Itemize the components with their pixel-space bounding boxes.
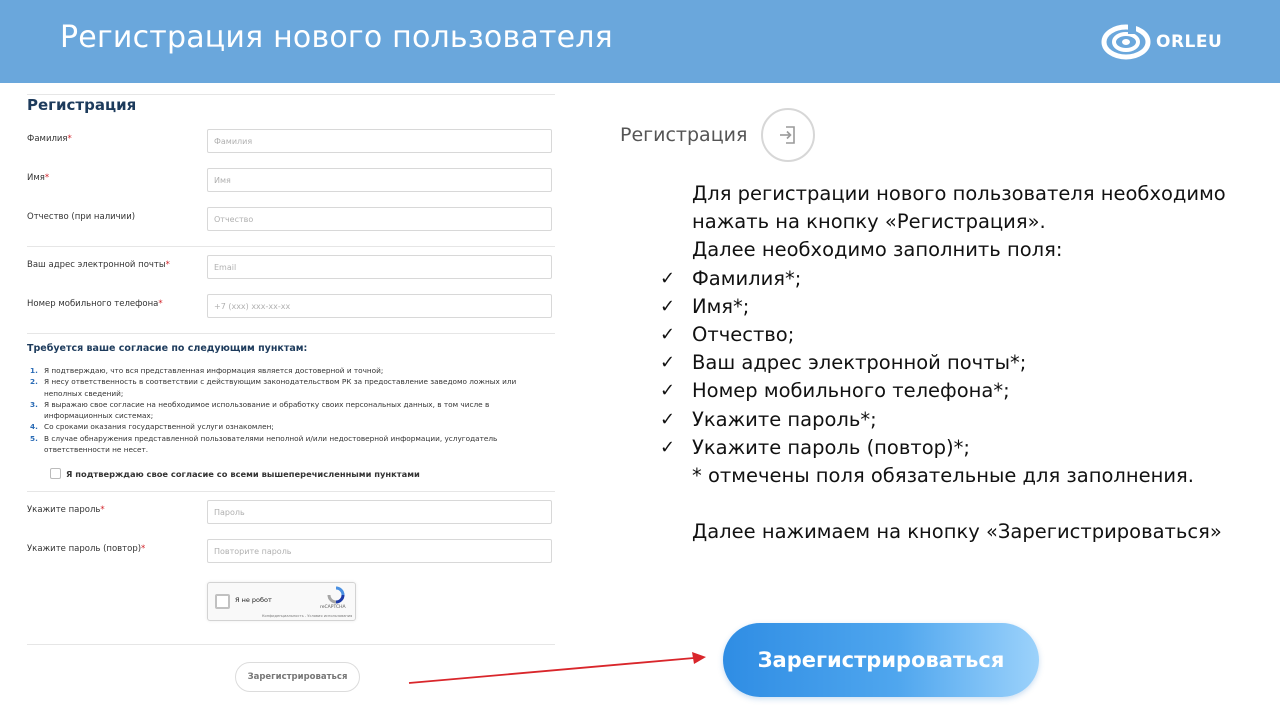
required-note: * отмечены поля обязательные для заполне… <box>692 464 1194 488</box>
form-divider <box>27 246 555 247</box>
form-divider <box>27 94 555 95</box>
recaptcha-widget[interactable]: Я не робот reCAPTCHA Конфиденциальность … <box>207 582 356 621</box>
password-label: Укажите пароль* <box>27 505 105 515</box>
check-icon: ✓ <box>660 352 676 374</box>
register-link-label: Регистрация <box>620 124 748 146</box>
checklist-item: ✓ Имя*; <box>660 293 1260 321</box>
final-instruction: Далее нажимаем на кнопку «Зарегистрирова… <box>692 520 1222 544</box>
patronymic-label: Отчество (при наличии) <box>27 212 136 222</box>
instructions-text: Для регистрации нового пользователя необ… <box>660 180 1260 547</box>
check-icon: ✓ <box>660 380 676 402</box>
check-icon: ✓ <box>660 408 676 430</box>
register-submit-button[interactable]: Зарегистрироваться <box>235 662 360 692</box>
checklist-item: ✓ Укажите пароль*; <box>660 406 1260 434</box>
name-input[interactable]: Имя <box>207 168 552 192</box>
slide-title: Регистрация нового пользователя <box>60 20 613 55</box>
password-repeat-label: Укажите пароль (повтор)* <box>27 544 146 554</box>
slide-header: Регистрация нового пользователя ORLEU <box>0 0 1280 83</box>
big-register-button[interactable]: Зарегистрироваться <box>723 623 1039 697</box>
checklist-item: ✓ Фамилия*; <box>660 265 1260 293</box>
password-repeat-input[interactable]: Повторите пароль <box>207 539 552 563</box>
recaptcha-label: Я не робот <box>235 596 272 604</box>
orleu-spiral-logo-icon <box>1101 24 1151 60</box>
arrow-head <box>692 652 706 664</box>
email-input[interactable]: Email <box>207 255 552 279</box>
check-icon: ✓ <box>660 267 676 289</box>
phone-input[interactable]: +7 (xxx) xxx-xx-xx <box>207 294 552 318</box>
sign-in-icon[interactable] <box>761 108 816 162</box>
form-divider <box>27 333 555 334</box>
consent-item: 1. Я подтверждаю, что вся представленная … <box>30 366 384 375</box>
instruction-line: Далее необходимо заполнить поля: <box>692 238 1063 262</box>
check-icon: ✓ <box>660 324 676 346</box>
consent-list: 1. Я подтверждаю, что вся представленная … <box>30 365 530 455</box>
consent-item: 3. Я выражаю свое согласие на необходимое… <box>30 399 490 421</box>
instruction-line: Для регистрации нового пользователя необ… <box>692 182 1226 205</box>
consent-checkbox-row[interactable]: Я подтверждаю свое согласие со всеми выш… <box>50 468 420 479</box>
consent-item: 4. Со сроками оказания государственной ус… <box>30 422 274 432</box>
form-title: Регистрация <box>27 96 137 114</box>
form-divider <box>27 491 555 492</box>
surname-input[interactable]: Фамилия <box>207 129 552 153</box>
logo-text: ORLEU <box>1156 32 1223 52</box>
patronymic-input[interactable]: Отчество <box>207 207 552 231</box>
consent-item: 5. В случае обнаружения представленной по… <box>30 433 498 455</box>
password-input[interactable]: Пароль <box>207 500 552 524</box>
checklist-item: ✓ Укажите пароль (повтор)*; <box>660 434 1260 462</box>
check-icon: ✓ <box>660 436 676 458</box>
consent-title: Требуется ваше согласие по следующим пун… <box>27 343 308 354</box>
phone-label: Номер мобильного телефона* <box>27 299 163 309</box>
instruction-line: нажать на кнопку «Регистрация». <box>692 210 1046 234</box>
recaptcha-icon <box>327 586 345 604</box>
form-divider <box>27 644 555 645</box>
recaptcha-checkbox[interactable] <box>215 594 230 609</box>
recaptcha-brand: reCAPTCHA <box>320 605 346 610</box>
orleu-logo: ORLEU <box>1100 22 1222 62</box>
registration-form: Регистрация Фамилия* Фамилия Имя* Имя От… <box>22 90 556 710</box>
recaptcha-links[interactable]: Конфиденциальность - Условия использован… <box>262 614 352 618</box>
checklist-item: ✓ Отчество; <box>660 321 1260 349</box>
consent-item: 2. Я несу ответственность в соответствии … <box>30 377 517 398</box>
name-label: Имя* <box>27 173 50 183</box>
checklist-item: ✓ Номер мобильного телефона*; <box>660 377 1260 405</box>
consent-checkbox-label: Я подтверждаю свое согласие со всеми выш… <box>66 468 420 479</box>
email-label: Ваш адрес электронной почты* <box>27 260 170 270</box>
consent-checkbox[interactable] <box>50 468 61 479</box>
surname-label: Фамилия* <box>27 134 72 144</box>
checklist-item: ✓ Ваш адрес электронной почты*; <box>660 349 1260 377</box>
register-link[interactable]: Регистрация <box>620 108 816 162</box>
check-icon: ✓ <box>660 295 676 317</box>
